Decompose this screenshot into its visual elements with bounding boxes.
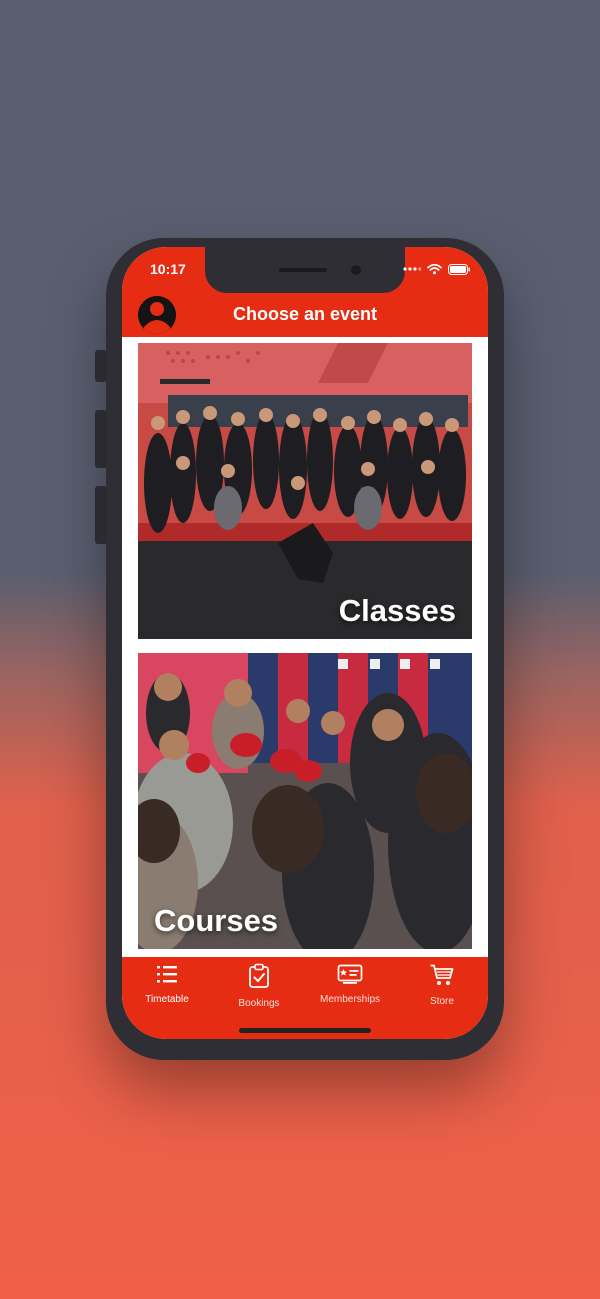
mute-switch bbox=[95, 350, 107, 382]
tab-label-store: Store bbox=[430, 996, 454, 1007]
bottom-tab-bar: Timetable Bookings Memberships Store bbox=[122, 957, 488, 1039]
app-header: Choose an event bbox=[122, 293, 488, 337]
event-title-courses: Courses bbox=[154, 903, 279, 938]
event-list: Classes Courses bbox=[122, 337, 488, 955]
tab-bookings[interactable]: Bookings bbox=[219, 963, 299, 1009]
status-bar: 10:17 bbox=[122, 247, 488, 293]
volume-up-button bbox=[95, 410, 107, 468]
speaker-grille bbox=[279, 268, 327, 272]
event-title-classes: Classes bbox=[338, 593, 456, 628]
tab-label-bookings: Bookings bbox=[238, 998, 280, 1009]
page-title: Choose an event bbox=[232, 304, 378, 324]
app-screen: 10:17 Choose an event Classes Courses Ti… bbox=[122, 247, 488, 1039]
volume-down-button bbox=[95, 486, 107, 544]
cart-icon bbox=[430, 964, 454, 985]
front-camera bbox=[351, 265, 361, 275]
clipboard-check-icon bbox=[249, 963, 269, 988]
event-card-courses[interactable]: Courses bbox=[138, 653, 472, 949]
status-icons bbox=[403, 263, 470, 275]
tab-label-timetable: Timetable bbox=[145, 994, 189, 1005]
signal-dots-icon bbox=[403, 267, 421, 271]
list-icon bbox=[157, 966, 177, 983]
membership-card-icon bbox=[337, 964, 363, 984]
device-notch bbox=[205, 247, 405, 293]
event-card-classes[interactable]: Classes bbox=[138, 343, 472, 639]
tab-timetable[interactable]: Timetable bbox=[127, 963, 207, 1005]
home-indicator[interactable] bbox=[239, 1028, 371, 1033]
tab-store[interactable]: Store bbox=[402, 963, 482, 1007]
wifi-icon bbox=[427, 263, 442, 275]
phone-frame: 10:17 Choose an event Classes Courses Ti… bbox=[95, 238, 504, 1060]
tab-label-memberships: Memberships bbox=[319, 994, 381, 1005]
tab-memberships[interactable]: Memberships bbox=[310, 963, 390, 1005]
battery-icon bbox=[448, 263, 470, 275]
status-time: 10:17 bbox=[150, 261, 186, 277]
